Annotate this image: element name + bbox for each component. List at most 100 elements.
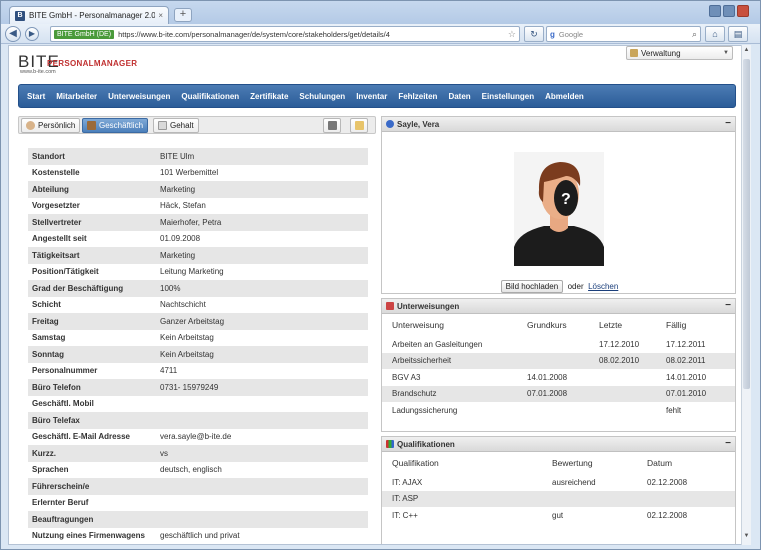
tools-menu-icon[interactable]: ▤ [728,26,748,42]
admin-select-value: Verwaltung [641,48,681,58]
detail-label: Büro Telefax [32,415,80,425]
tab-salary-label: Gehalt [170,121,194,130]
main-menu: Start Mitarbeiter Unterweisungen Qualifi… [18,84,736,108]
scroll-down-icon[interactable]: ▼ [742,533,751,543]
detail-label: Freitag [32,316,59,326]
instructions-panel-header: Unterweisungen − [382,299,735,314]
detail-label: Tätigkeitsart [32,250,80,260]
table-cell: 14.01.2010 [666,372,707,382]
detail-value: Ganzer Arbeitstag [160,316,225,326]
table-cell [589,369,656,386]
table-header-row: Qualifikation Bewertung Datum [382,452,735,474]
menu-item-logout[interactable]: Abmelden [545,92,584,101]
table-cell [517,352,589,369]
table-row[interactable]: IT: AJAX ausreichend 02.12.2008 [382,474,735,491]
detail-value: Nachtschicht [160,300,206,310]
close-tab-icon[interactable]: × [158,11,163,20]
collapse-icon[interactable]: − [725,301,731,311]
table-cell: 17.12.2010 [599,339,640,349]
detail-row: Führerschein/e [28,478,368,495]
search-icon[interactable]: ⌕ [692,29,697,40]
menu-item-data[interactable]: Daten [448,92,470,101]
logo-url: www.b-ite.com [20,69,56,75]
table-row[interactable]: Brandschutz 07.01.2008 07.01.2010 [382,385,735,402]
scroll-up-icon[interactable]: ▲ [742,47,751,57]
print-button[interactable] [323,118,341,133]
back-arrow-icon[interactable]: ◀ [5,26,21,42]
menu-item-qualifications[interactable]: Qualifikationen [181,92,239,101]
browser-tab[interactable]: B BITE GmbH - Personalmanager 2.0 × [9,6,169,24]
upload-photo-button[interactable]: Bild hochladen [500,280,564,293]
home-icon[interactable]: ⌂ [705,26,725,42]
menu-item-instructions[interactable]: Unterweisungen [108,92,170,101]
menu-item-settings[interactable]: Einstellungen [482,92,534,101]
table-row[interactable]: BGV A3 14.01.2008 14.01.2010 [382,369,735,386]
employee-details-pane: Persönlich Geschäftlich Gehalt Standort B… [18,116,381,545]
detail-value: Kein Arbeitstag [160,349,214,359]
table-cell: 08.02.2011 [656,352,735,369]
detail-value: Marketing [160,250,196,260]
collapse-icon[interactable]: − [725,119,731,129]
table-row[interactable]: Arbeitssicherheit 08.02.2010 08.02.2011 [382,352,735,369]
delete-photo-link[interactable]: Löschen [588,282,618,291]
admin-select[interactable]: Verwaltung ▼ [626,46,733,60]
table-cell: 17.12.2011 [666,339,706,349]
table-row[interactable]: IT: ASP [382,490,735,507]
table-cell: 02.12.2008 [647,477,688,487]
edit-button[interactable] [350,118,368,133]
menu-item-certificates[interactable]: Zertifikate [250,92,288,101]
address-bar[interactable]: BITE GmbH (DE) https://www.b-ite.com/per… [50,26,520,42]
bookmark-star-icon[interactable]: ☆ [508,29,516,40]
menu-item-trainings[interactable]: Schulungen [299,92,345,101]
site-identity-badge[interactable]: BITE GmbH (DE) [54,29,115,39]
navigation-toolbar: ◀ ▶ BITE GmbH (DE) https://www.b-ite.com… [1,24,760,44]
tab-personal[interactable]: Persönlich [21,118,81,133]
reload-icon[interactable]: ↻ [524,26,544,42]
scroll-thumb[interactable] [743,59,750,389]
svg-text:?: ? [561,191,571,208]
menu-item-employees[interactable]: Mitarbeiter [56,92,97,101]
instructions-title: Unterweisungen [397,301,460,311]
detail-row: Samstag Kein Arbeitstag [28,330,368,347]
table-row[interactable]: Ladungssicherung fehlt [382,402,735,419]
table-header-row: Unterweisung Grundkurs Letzte Fällig [382,314,735,336]
table-row[interactable]: Arbeiten an Gasleitungen 17.12.2010 17.12.… [382,336,735,353]
settings-icon [630,49,638,57]
url-text[interactable]: https://www.b-ite.com/personalmanager/de… [118,30,505,39]
search-input[interactable]: g Google ⌕ [546,26,701,42]
table-cell: 02.12.2008 [647,510,688,520]
detail-row: Angestellt seit 01.09.2008 [28,231,368,248]
clipboard-icon [386,302,394,310]
collapse-icon[interactable]: − [725,439,731,449]
detail-value: geschäftlich und privat [160,531,240,541]
detail-row: Beauftragungen [28,511,368,528]
column-header: Letzte [599,320,623,330]
tab-salary[interactable]: Gehalt [153,118,199,133]
minimize-button[interactable] [709,5,721,17]
detail-label: Geschäftl. Mobil [32,399,94,409]
detail-row: Nutzung eines Firmenwagens geschäftlich u… [28,528,368,545]
menu-item-start[interactable]: Start [27,92,45,101]
tab-business[interactable]: Geschäftlich [82,118,149,133]
detail-label: Personalnummer [32,366,98,376]
vertical-scrollbar[interactable]: ▲ ▼ [741,45,751,545]
table-cell: Arbeitssicherheit [382,352,517,369]
detail-row: Tätigkeitsart Marketing [28,247,368,264]
table-cell: gut [552,510,564,520]
new-tab-button[interactable]: + [174,8,192,22]
forward-arrow-icon[interactable]: ▶ [25,27,39,41]
detail-value: 01.09.2008 [160,234,201,244]
tab-title: BITE GmbH - Personalmanager 2.0 [29,11,156,20]
table-row[interactable]: IT: C++ gut 02.12.2008 [382,507,735,524]
page-viewport: BITE PERSONALMANAGER www.b-ite.com Verwa… [8,45,751,545]
detail-row: Standort BITE Ulm [28,148,368,165]
detail-row: Stellvertreter Maierhofer, Petra [28,214,368,231]
profile-panel: Sayle, Vera − ? Bild hochladen oder Lösc… [381,116,736,294]
menu-item-inventory[interactable]: Inventar [356,92,387,101]
close-window-button[interactable] [737,5,749,17]
menu-item-absences[interactable]: Fehlzeiten [398,92,437,101]
table-cell: 14.01.2008 [527,372,568,382]
detail-row: Vorgesetzter Häck, Stefan [28,198,368,215]
maximize-button[interactable] [723,5,735,17]
column-header: Datum [647,458,673,468]
